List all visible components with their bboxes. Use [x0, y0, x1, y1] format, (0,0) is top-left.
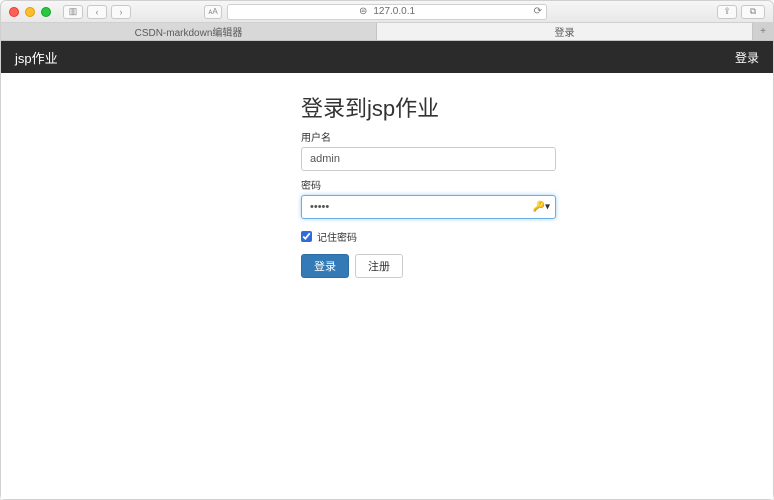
traffic-lights [9, 7, 51, 17]
forward-button[interactable]: › [111, 5, 131, 19]
site-settings-icon[interactable]: ⊜ [359, 6, 367, 17]
new-tab-button[interactable]: + [753, 23, 773, 40]
url-text: 127.0.0.1 [373, 6, 415, 17]
password-label: 密码 [301, 177, 583, 192]
login-form: 登录到jsp作业 用户名 密码 🔑▾ 记住密码 登录 注册 [301, 91, 583, 278]
tab-csdn-editor[interactable]: CSDN-markdown编辑器 [1, 23, 377, 40]
page-content: 登录到jsp作业 用户名 密码 🔑▾ 记住密码 登录 注册 [1, 73, 773, 499]
share-button[interactable]: ⇪ [717, 5, 737, 19]
back-button[interactable]: ‹ [87, 5, 107, 19]
browser-window: ▥ ‹ › ᴀA ⊜ 127.0.0.1 ⟳ ⇪ ⧉ CSDN-markdown… [0, 0, 774, 500]
password-input[interactable] [301, 195, 556, 219]
reader-mode-icon[interactable]: ᴀA [204, 5, 222, 19]
username-input[interactable] [301, 147, 556, 171]
login-button-label: 登录 [314, 258, 336, 274]
remember-checkbox[interactable] [301, 231, 312, 242]
close-window-button[interactable] [9, 7, 19, 17]
refresh-icon[interactable]: ⟳ [534, 6, 542, 17]
register-button-label: 注册 [368, 258, 390, 274]
page-title: 登录到jsp作业 [301, 91, 583, 123]
address-bar[interactable]: ᴀA ⊜ 127.0.0.1 ⟳ [227, 4, 547, 20]
tab-label: CSDN-markdown编辑器 [135, 24, 243, 39]
login-button[interactable]: 登录 [301, 254, 349, 278]
register-button[interactable]: 注册 [355, 254, 403, 278]
sidebar-button[interactable]: ▥ [63, 5, 83, 19]
tabs-overview-button[interactable]: ⧉ [741, 5, 765, 19]
minimize-window-button[interactable] [25, 7, 35, 17]
tab-label: 登录 [555, 24, 575, 39]
zoom-window-button[interactable] [41, 7, 51, 17]
titlebar: ▥ ‹ › ᴀA ⊜ 127.0.0.1 ⟳ ⇪ ⧉ [1, 1, 773, 23]
password-key-icon[interactable]: 🔑▾ [533, 202, 550, 213]
remember-label: 记住密码 [317, 229, 357, 244]
tab-login[interactable]: 登录 [377, 23, 753, 40]
nav-login-link[interactable]: 登录 [735, 49, 759, 66]
toolbar-left: ▥ ‹ › [63, 5, 131, 19]
brand[interactable]: jsp作业 [15, 48, 58, 67]
app-navbar: jsp作业 登录 [1, 41, 773, 73]
tabbar: CSDN-markdown编辑器 登录 + [1, 23, 773, 41]
username-label: 用户名 [301, 129, 583, 144]
